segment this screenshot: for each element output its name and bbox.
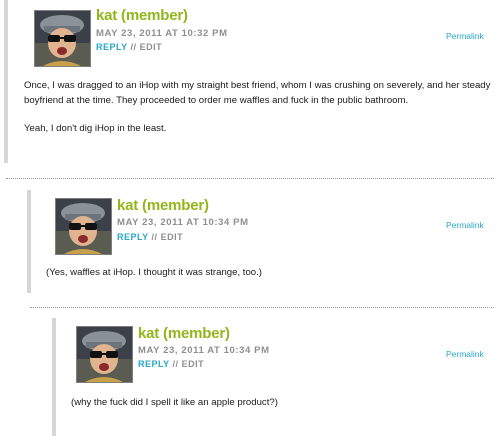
- thread-bar: [4, 0, 8, 163]
- permalink-link[interactable]: Permalink: [446, 349, 484, 359]
- thread-bar: [27, 190, 31, 293]
- comment-author[interactable]: kat (member): [117, 197, 209, 214]
- comment: kat (member) MAY 23, 2011 AT 10:34 PM RE…: [0, 318, 500, 436]
- action-separator: //: [130, 42, 140, 52]
- permalink-link[interactable]: Permalink: [446, 220, 484, 230]
- action-separator: //: [151, 232, 161, 242]
- avatar[interactable]: [76, 326, 133, 383]
- reply-link[interactable]: REPLY: [96, 42, 128, 52]
- comment: kat (member) MAY 23, 2011 AT 10:32 PM RE…: [0, 0, 500, 170]
- comment: kat (member) MAY 23, 2011 AT 10:34 PM RE…: [0, 190, 500, 300]
- comment-paragraph: (Yes, waffles at iHop. I thought it was …: [46, 267, 262, 278]
- comment-paragraph: Once, I was dragged to an iHop with my s…: [24, 80, 491, 106]
- comment-actions: REPLY // EDIT: [138, 359, 204, 369]
- comment-divider: [30, 307, 494, 308]
- comment-divider: [6, 178, 494, 179]
- avatar[interactable]: [34, 10, 91, 67]
- comment-body: Once, I was dragged to an iHop with my s…: [24, 79, 492, 137]
- comment-actions: REPLY // EDIT: [117, 232, 183, 242]
- comment-actions: REPLY // EDIT: [96, 42, 162, 52]
- reply-link[interactable]: REPLY: [138, 359, 170, 369]
- reply-link[interactable]: REPLY: [117, 232, 149, 242]
- edit-link[interactable]: EDIT: [182, 359, 205, 369]
- avatar[interactable]: [55, 198, 112, 255]
- edit-link[interactable]: EDIT: [140, 42, 163, 52]
- permalink-link[interactable]: Permalink: [446, 31, 484, 41]
- thread-bar: [52, 318, 56, 436]
- comment-date: MAY 23, 2011 AT 10:32 PM: [96, 28, 228, 39]
- comment-body: (why the fuck did I spell it like an app…: [71, 396, 492, 411]
- comment-author[interactable]: kat (member): [138, 325, 230, 342]
- action-separator: //: [172, 359, 182, 369]
- comment-date: MAY 23, 2011 AT 10:34 PM: [117, 217, 249, 228]
- edit-link[interactable]: EDIT: [161, 232, 184, 242]
- comment-body: (Yes, waffles at iHop. I thought it was …: [46, 266, 492, 281]
- comment-paragraph: (why the fuck did I spell it like an app…: [71, 397, 278, 408]
- comment-date: MAY 23, 2011 AT 10:34 PM: [138, 345, 270, 356]
- comment-author[interactable]: kat (member): [96, 7, 188, 24]
- comment-paragraph: Yeah, I don't dig iHop in the least.: [24, 123, 167, 134]
